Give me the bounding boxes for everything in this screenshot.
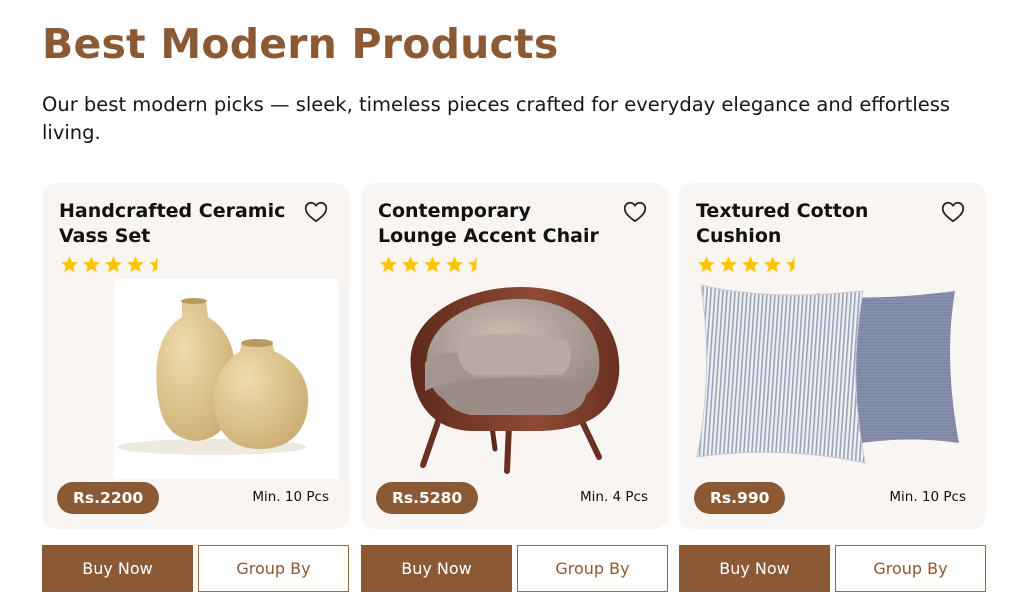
page-subtitle: Our best modern picks — sleek, timeless …	[42, 93, 951, 144]
star-full-icon	[718, 255, 739, 275]
product-image	[679, 279, 986, 479]
product-image	[361, 279, 668, 479]
rating-stars	[696, 255, 805, 275]
star-full-icon	[696, 255, 717, 275]
min-quantity: Min. 4 Pcs	[579, 489, 648, 505]
star-full-icon	[59, 255, 80, 275]
star-full-icon	[103, 255, 124, 275]
product-title: Handcrafted Ceramic Vass Set	[59, 200, 286, 247]
group-by-button[interactable]: Group By	[198, 545, 349, 592]
star-half-icon	[784, 255, 805, 275]
product-title: Contemporary Lounge Accent Chair	[378, 200, 599, 247]
star-full-icon	[422, 255, 443, 275]
group-by-button[interactable]: Group By	[517, 545, 668, 592]
wishlist-heart-icon[interactable]	[303, 199, 329, 225]
page-title: Best Modern Products	[42, 20, 559, 68]
rating-stars	[378, 255, 487, 275]
star-full-icon	[378, 255, 399, 275]
wishlist-heart-icon[interactable]	[622, 199, 648, 225]
star-full-icon	[740, 255, 761, 275]
price-badge: Rs.5280	[376, 482, 479, 514]
star-full-icon	[125, 255, 146, 275]
product-card[interactable]: Textured Cotton Cushion Rs.990 Min. 10 P…	[679, 183, 986, 529]
product-card[interactable]: Handcrafted Ceramic Vass Set Rs.2200 Min…	[42, 183, 349, 529]
wishlist-heart-icon[interactable]	[940, 199, 966, 225]
star-full-icon	[762, 255, 783, 275]
star-full-icon	[400, 255, 421, 275]
star-half-icon	[466, 255, 487, 275]
min-quantity: Min. 10 Pcs	[252, 489, 329, 505]
buy-now-button[interactable]: Buy Now	[42, 545, 193, 592]
product-card[interactable]: Contemporary Lounge Accent Chair Rs.5280…	[361, 183, 668, 529]
buy-now-button[interactable]: Buy Now	[361, 545, 512, 592]
rating-stars	[59, 255, 168, 275]
product-title: Textured Cotton Cushion	[696, 200, 869, 247]
price-badge: Rs.990	[694, 482, 786, 514]
price-badge: Rs.2200	[57, 482, 160, 514]
buy-now-button[interactable]: Buy Now	[679, 545, 830, 592]
star-half-icon	[147, 255, 168, 275]
product-image	[42, 279, 349, 479]
min-quantity: Min. 10 Pcs	[889, 489, 966, 505]
group-by-button[interactable]: Group By	[835, 545, 986, 592]
star-full-icon	[444, 255, 465, 275]
star-full-icon	[81, 255, 102, 275]
